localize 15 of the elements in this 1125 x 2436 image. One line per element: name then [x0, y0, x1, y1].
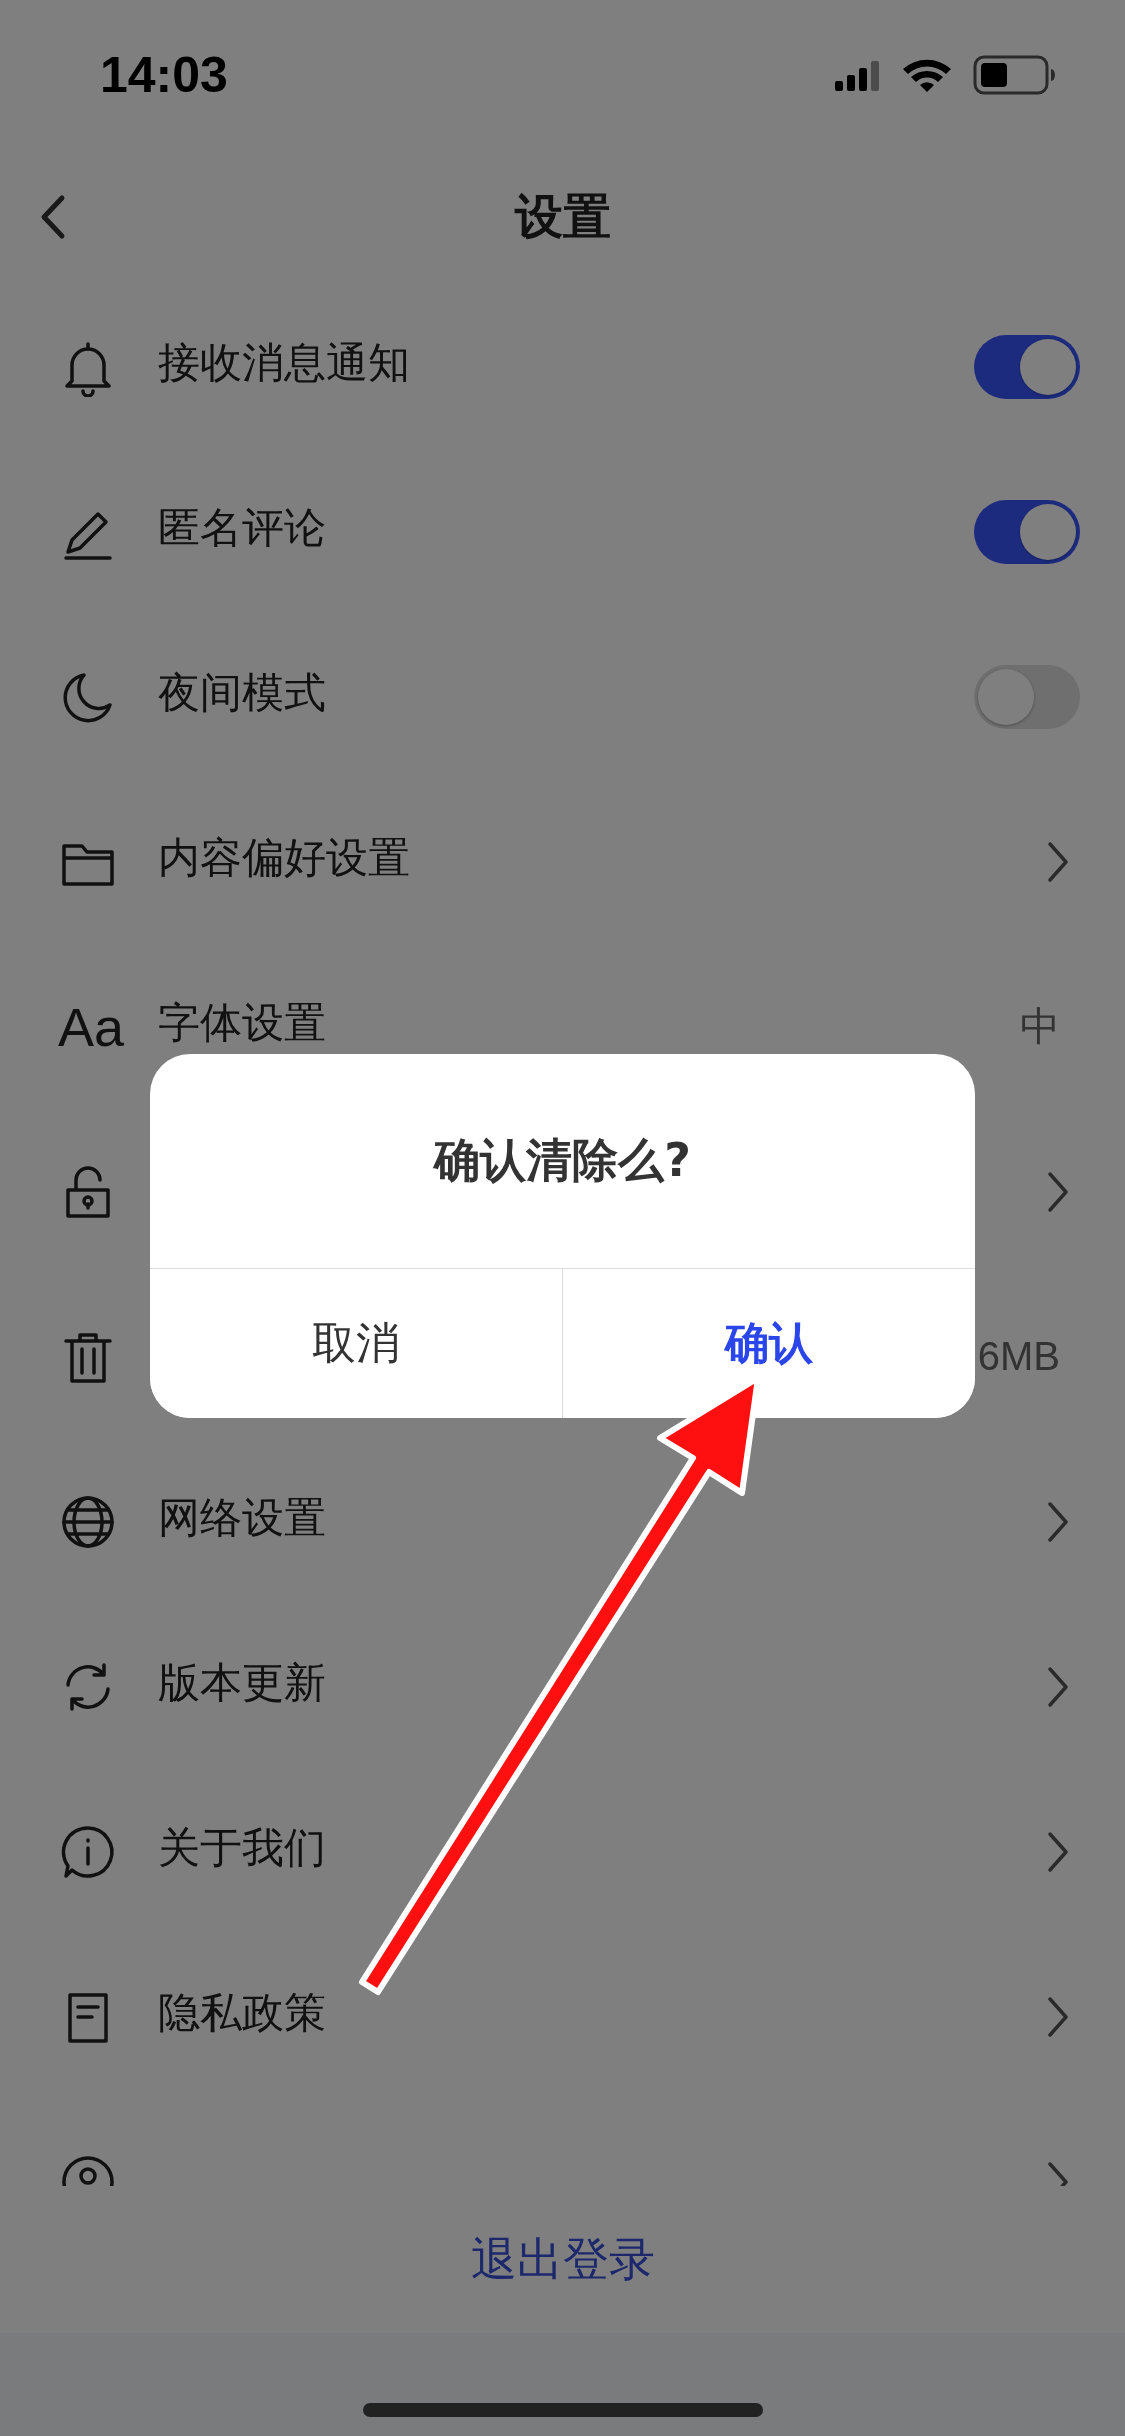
page-title: 设置	[514, 187, 611, 246]
row-label: 接收消息通知	[158, 341, 411, 389]
row-value: 中	[1020, 1003, 1060, 1050]
row-label: 字体设置	[158, 1001, 327, 1049]
font-size-icon: Aa	[58, 995, 125, 1058]
cancel-button[interactable]: 取消	[150, 1269, 563, 1418]
clock-time: 14:03	[100, 46, 228, 104]
row-label: 夜间模式	[158, 671, 327, 719]
row-label: 关于我们	[158, 1826, 327, 1874]
row-label: 隐私政策	[158, 1991, 327, 2039]
row-label: 网络设置	[158, 1496, 327, 1544]
row-label: 内容偏好设置	[158, 836, 411, 884]
row-label: 匿名评论	[158, 506, 327, 554]
row-value: 6MB	[977, 1334, 1060, 1379]
row-label: 版本更新	[158, 1661, 327, 1709]
